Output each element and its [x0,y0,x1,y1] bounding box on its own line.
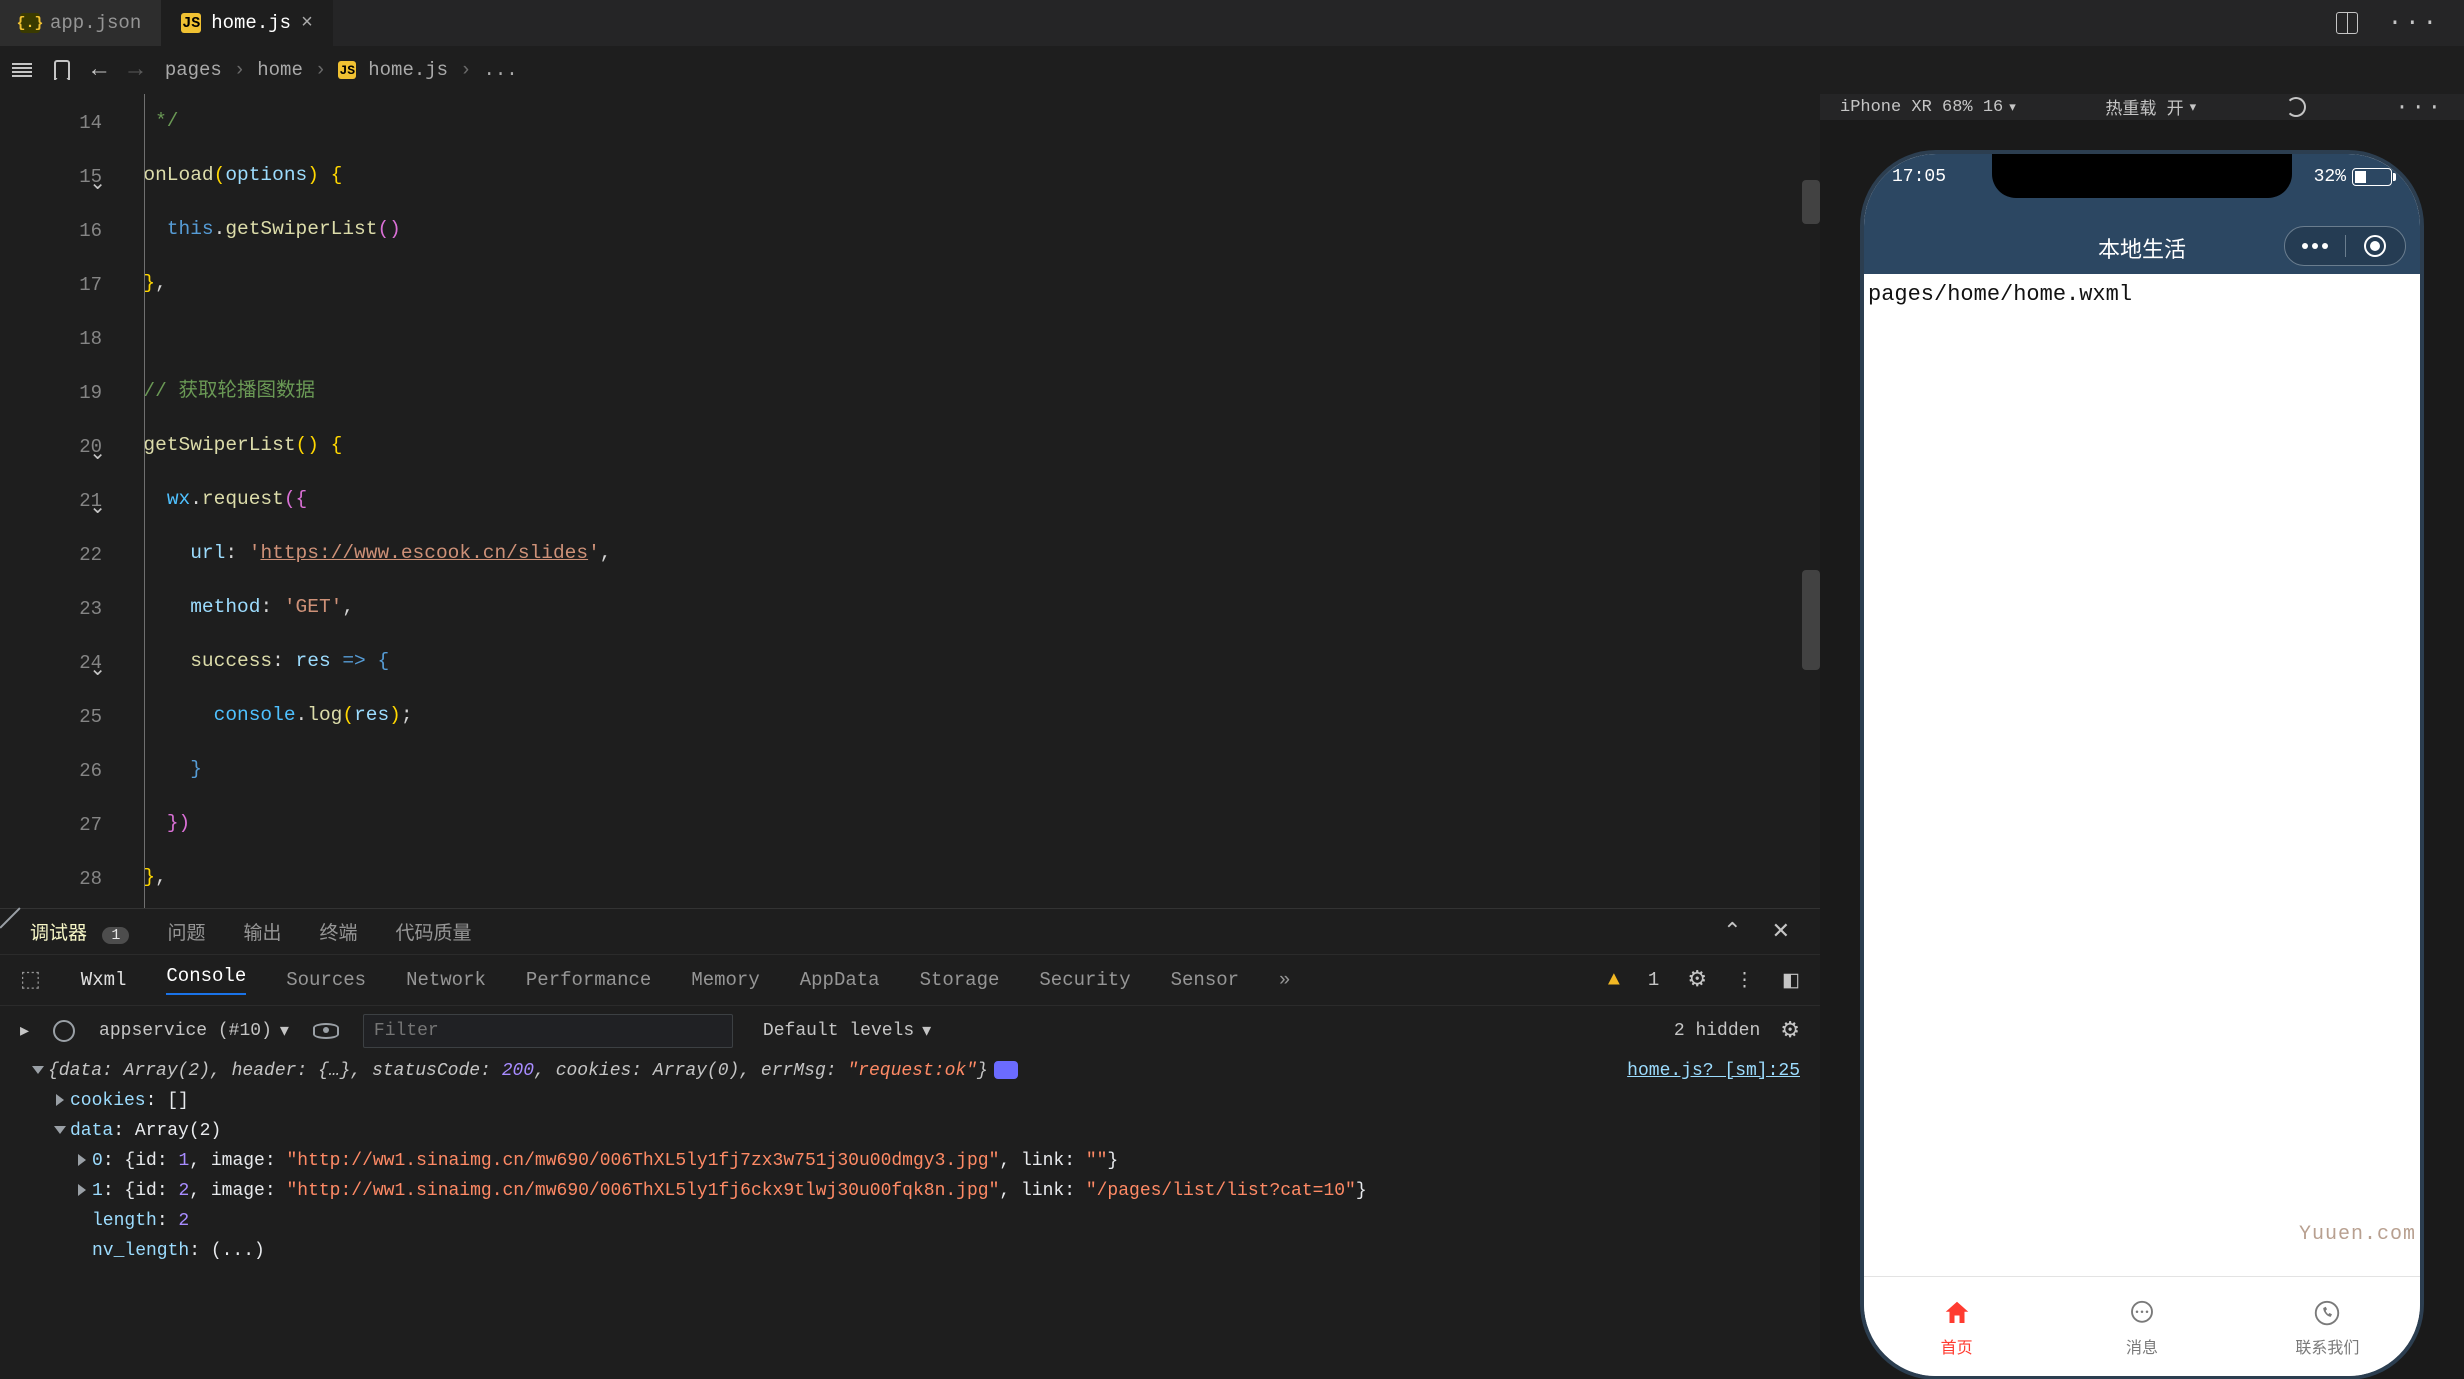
crumb[interactable]: home.js [368,59,448,81]
panel-tab-quality[interactable]: 代码质量 [395,918,471,945]
js-file-icon: JS [338,61,356,79]
console-row[interactable]: data: Array(2) [34,1116,1820,1146]
console-row[interactable]: 1: {id: 2, image: "http://ww1.sinaimg.cn… [34,1176,1820,1206]
console-row[interactable]: length: 2 [34,1206,1820,1236]
message-icon [2125,1296,2159,1330]
live-expression-icon[interactable] [313,1023,339,1039]
json-file-icon: {.} [20,13,40,33]
devtab-console[interactable]: Console [166,965,246,995]
battery-pct: 32% [2314,167,2346,187]
hidden-count[interactable]: 2 hidden [1674,1021,1760,1041]
hot-reload-toggle[interactable]: 热重载 开▾ [2105,94,2196,120]
more-tabs-icon[interactable]: » [1279,969,1290,991]
close-tab-icon[interactable]: × [301,12,313,35]
phone-icon [2310,1296,2344,1330]
tab-messages[interactable]: 消息 [2049,1277,2234,1376]
tab-app-json[interactable]: {.} app.json [0,0,161,46]
warning-icon[interactable]: ▲ [1608,969,1620,992]
dock-side-icon[interactable]: ◧ [1782,969,1800,992]
panel-tab-output[interactable]: 输出 [243,918,281,945]
tab-label: app.json [50,12,141,34]
js-file-icon: JS [181,13,201,33]
log-levels-select[interactable]: Default levels ▾ [763,1020,931,1042]
phone-tab-bar: 首页 消息 联系我们 [1864,1276,2420,1376]
console-row[interactable]: nv_length: (...) [34,1236,1820,1266]
console-row[interactable]: 0: {id: 1, image: "http://ww1.sinaimg.cn… [34,1146,1820,1176]
devtab-memory[interactable]: Memory [691,969,759,991]
devtab-sensor[interactable]: Sensor [1171,969,1239,991]
devtab-performance[interactable]: Performance [526,969,651,991]
toggle-drawer-icon[interactable]: ▸ [20,1020,29,1042]
clear-console-icon[interactable] [53,1020,75,1042]
editor-tab-bar: {.} app.json JS home.js × ··· [0,0,2464,46]
breadcrumbs: pages› home› JS home.js› ... [165,59,518,81]
crumb[interactable]: ... [483,59,517,81]
devtab-security[interactable]: Security [1039,969,1130,991]
inspect-element-icon[interactable]: ⬚ [20,967,41,993]
chevron-up-icon[interactable]: ⌃ [1723,919,1741,945]
devtab-storage[interactable]: Storage [920,969,1000,991]
simulator-panel: iPhone XR 68% 16▾ 热重载 开▾ ··· 17:05 32% 本… [1820,94,2464,1094]
page-body: pages/home/home.wxml [1864,274,2420,315]
simulator-toolbar: iPhone XR 68% 16▾ 热重载 开▾ ··· [1820,94,2464,120]
crumb[interactable]: home [257,59,303,81]
console-row[interactable]: cookies: [] [34,1086,1820,1116]
home-icon [1940,1296,1974,1330]
more-icon[interactable]: ··· [2395,95,2444,120]
console-toolbar: ▸ appservice (#10) ▾ Default levels ▾ 2 … [0,1006,1820,1056]
close-ring-icon[interactable] [2364,235,2386,257]
console-settings-icon[interactable]: ⚙ [1780,1018,1800,1044]
line-gutter: 14 15⌄ 16 17 18 19 20⌄ 21⌄ 22 23 24⌄ 25 … [0,94,120,906]
devtools-tab-bar: ⬚ Wxml Console Sources Network Performan… [0,954,1820,1006]
devtab-sources[interactable]: Sources [286,969,366,991]
battery-icon [2352,168,2392,186]
warning-count: 1 [1648,969,1659,991]
kebab-icon[interactable]: ⋮ [1735,969,1754,992]
nav-back-icon[interactable]: ← [92,57,106,84]
outline-icon[interactable] [12,63,32,77]
panel-tab-issues[interactable]: 问题 [167,918,205,945]
tab-home[interactable]: 首页 [1864,1277,2049,1376]
capsule-menu[interactable] [2284,226,2406,266]
tab-contact[interactable]: 联系我们 [2235,1277,2420,1376]
console-filter-input[interactable] [363,1014,733,1048]
tab-label: home.js [211,12,291,34]
tab-home-js[interactable]: JS home.js × [161,0,333,46]
source-link[interactable]: home.js? [sm]:25 [1627,1056,1800,1086]
console-row[interactable]: {data: Array(2), header: {…}, statusCode… [34,1056,1820,1086]
refresh-icon[interactable] [2286,97,2306,117]
devtab-network[interactable]: Network [406,969,486,991]
clock: 17:05 [1892,167,1946,187]
devtab-appdata[interactable]: AppData [800,969,880,991]
split-editor-icon[interactable] [2336,12,2358,34]
object-badge-icon[interactable] [994,1061,1018,1079]
panel-tab-debugger[interactable]: 调试器 1 [30,918,129,945]
close-panel-icon[interactable]: ✕ [1772,919,1790,945]
breadcrumb-bar: ← → pages› home› JS home.js› ... [0,46,2464,94]
menu-dots-icon[interactable] [2312,243,2318,249]
context-select[interactable]: appservice (#10) ▾ [99,1020,289,1042]
status-bar: 17:05 32% [1864,158,2420,196]
settings-icon[interactable]: ⚙ [1687,967,1707,993]
devtab-wxml[interactable]: Wxml [81,969,127,991]
console-output[interactable]: home.js? [sm]:25 {data: Array(2), header… [0,1056,1820,1348]
panel-tab-terminal[interactable]: 终端 [319,918,357,945]
more-actions-icon[interactable]: ··· [2388,10,2440,37]
bookmark-icon[interactable] [54,60,70,80]
crumb[interactable]: pages [165,59,222,81]
bottom-panel: 调试器 1 问题 输出 终端 代码质量 ⌃ ✕ ⬚ Wxml Console S… [0,908,1820,1348]
device-select[interactable]: iPhone XR 68% 16▾ [1840,98,2016,117]
watermark: Yuuen.com [2299,1223,2416,1246]
phone-preview: 17:05 32% 本地生活 pages/home/home.wxml Yuue… [1860,150,2424,1379]
panel-tab-bar: 调试器 1 问题 输出 终端 代码质量 ⌃ ✕ [0,908,1820,954]
nav-forward-icon[interactable]: → [128,57,142,84]
